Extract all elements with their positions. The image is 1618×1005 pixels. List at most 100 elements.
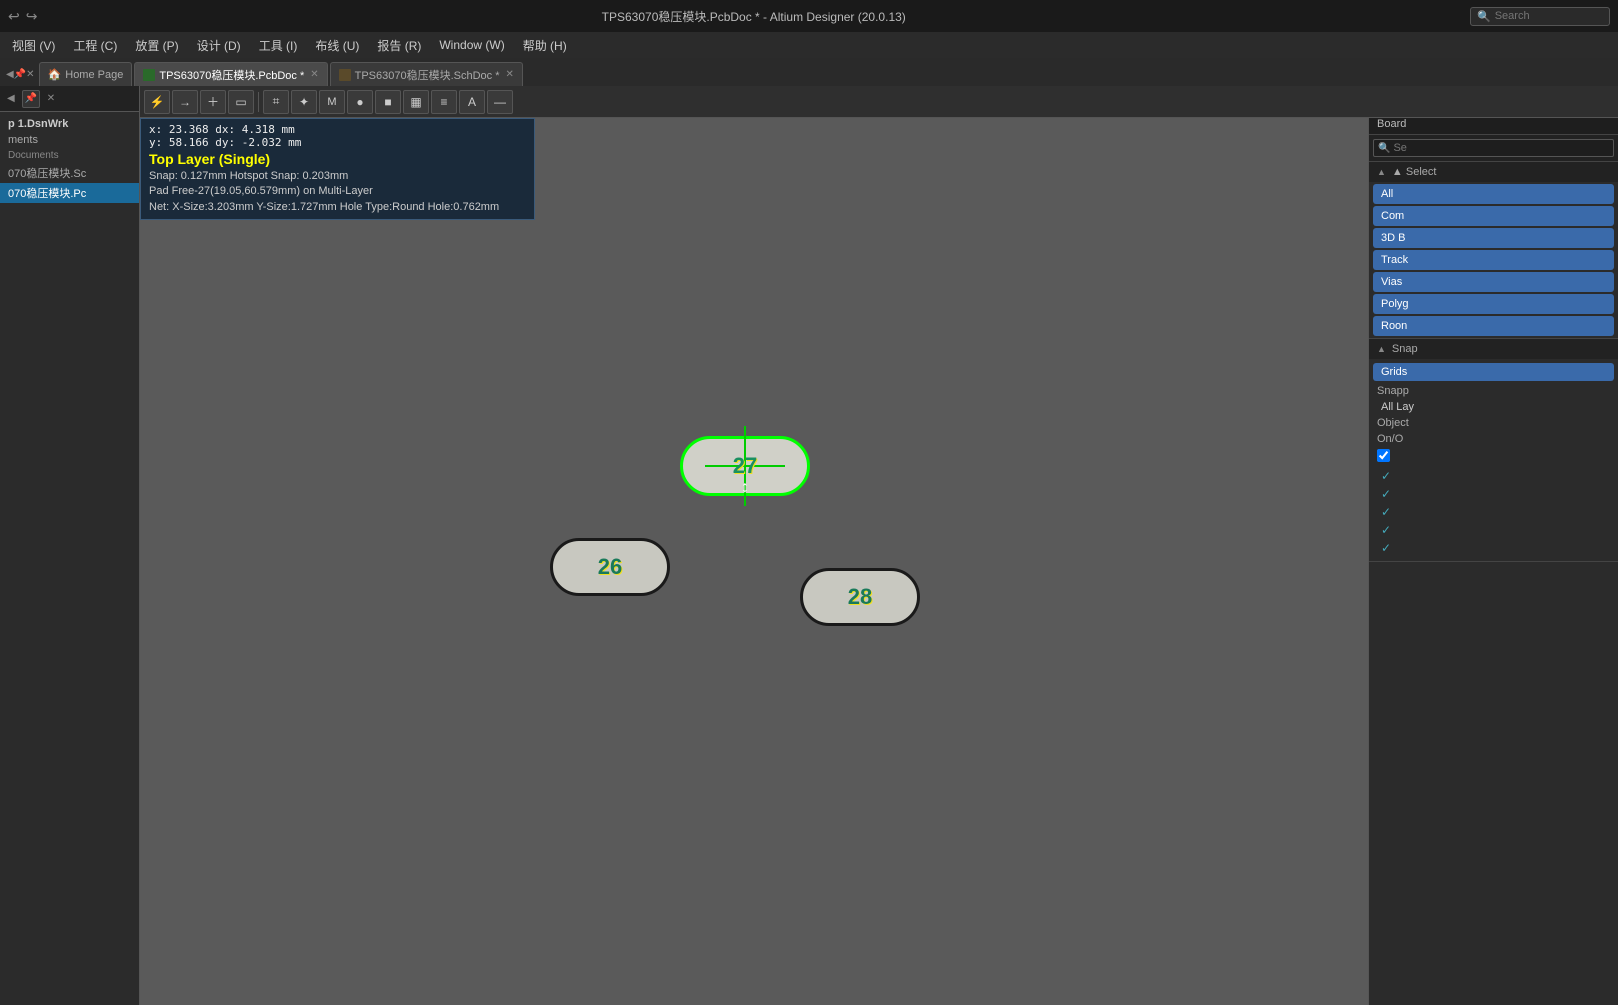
check-mark-1: ✓: [1381, 469, 1391, 483]
sidebar-collapse-btn[interactable]: ◀: [4, 92, 18, 105]
snap-grids-btn[interactable]: Grids: [1373, 363, 1614, 381]
toolbar-eq-btn[interactable]: ≡: [431, 90, 457, 114]
select-section: ▲ ▲ Select All Com 3D B Track Vias Polyg…: [1369, 162, 1618, 339]
undo-button[interactable]: ↩: [8, 8, 20, 25]
coord-detail1: Snap: 0.127mm Hotspot Snap: 0.203mm: [149, 169, 526, 184]
coord-detail2: Pad Free-27(19.05,60.579mm) on Multi-Lay…: [149, 184, 526, 199]
check-item-4: ✓: [1373, 521, 1614, 539]
cursor-indicator: ↕: [741, 479, 749, 497]
check-item-2: ✓: [1373, 485, 1614, 503]
check-mark-3: ✓: [1381, 505, 1391, 519]
filter-com-btn[interactable]: Com: [1373, 206, 1614, 226]
menu-item-design[interactable]: 设计 (D): [189, 35, 249, 56]
pad-number-28: 28: [848, 584, 872, 610]
menu-item-report[interactable]: 报告 (R): [369, 35, 429, 56]
coord-line2: y: 58.166 dy: -2.032 mm: [149, 136, 526, 149]
pad-number-27: 27: [733, 453, 757, 479]
snap-onoff-label: On/O: [1373, 431, 1614, 447]
menu-item-place[interactable]: 放置 (P): [127, 35, 186, 56]
coord-box: x: 23.368 dx: 4.318 mm y: 58.166 dy: -2.…: [140, 118, 535, 220]
toolbar-filter-btn[interactable]: ⚡: [144, 90, 170, 114]
menu-item-route[interactable]: 布线 (U): [307, 35, 367, 56]
sidebar-close-btn[interactable]: ✕: [44, 92, 58, 105]
toolbar-a-btn[interactable]: A: [459, 90, 485, 114]
sch-icon: [339, 69, 351, 81]
check-mark-2: ✓: [1381, 487, 1391, 501]
toolbar-m-btn[interactable]: M: [319, 90, 345, 114]
search-icon: 🔍: [1477, 10, 1491, 23]
check-mark-5: ✓: [1381, 541, 1391, 555]
toolbar-arrow-btn[interactable]: →: [172, 90, 198, 114]
pcb-pad-27[interactable]: 27 ↕: [680, 436, 810, 496]
snap-snapping-value: All Lay: [1373, 399, 1614, 415]
tab-sch-close[interactable]: ✕: [506, 69, 514, 80]
filter-all-btn[interactable]: All: [1373, 184, 1614, 204]
toolbar-sep1: [258, 92, 259, 112]
toolbar-add-btn[interactable]: ＋: [200, 90, 226, 114]
main-canvas[interactable]: 26 27 ↕ 28: [140, 118, 1368, 1005]
sidebar-project-name: p 1.DsnWrk: [0, 112, 139, 132]
tab-pcbdoc[interactable]: TPS63070稳压模块.PcbDoc * ✕: [134, 62, 327, 86]
snap-arrow-icon: ▲: [1377, 344, 1386, 354]
layer-name: Top Layer (Single): [149, 151, 526, 167]
toolbar-square-btn[interactable]: ■: [375, 90, 401, 114]
tab-schdoc[interactable]: TPS63070稳压模块.SchDoc * ✕: [330, 62, 523, 86]
left-sidebar: ◀ 📌 ✕ p 1.DsnWrk ments Documents 070稳压模块…: [0, 86, 140, 1005]
tab-bar: ◀ 📌 ✕ 🏠 Home Page TPS63070稳压模块.PcbDoc * …: [0, 58, 1618, 86]
toolbar-grid-btn[interactable]: ▦: [403, 90, 429, 114]
sidebar-documents-header: Documents: [0, 148, 139, 163]
snap-snapping-label: Snapp: [1373, 383, 1614, 399]
sidebar-item-sc[interactable]: 070稳压模块.Sc: [0, 163, 139, 183]
right-search-input[interactable]: [1393, 142, 1609, 154]
menu-bar: 视图 (V) 工程 (C) 放置 (P) 设计 (D) 工具 (I) 布线 (U…: [0, 32, 1618, 58]
tab-pcb-close[interactable]: ✕: [310, 69, 318, 80]
filter-polyg-btn[interactable]: Polyg: [1373, 294, 1614, 314]
filter-vias-btn[interactable]: Vias: [1373, 272, 1614, 292]
home-icon: 🏠: [48, 68, 62, 81]
coord-detail3: Net: X-Size:3.203mm Y-Size:1.727mm Hole …: [149, 200, 526, 215]
search-input[interactable]: [1495, 10, 1585, 22]
title-bar: ↩ ↪ TPS63070稳压模块.PcbDoc * - Altium Desig…: [0, 0, 1618, 32]
toolbar-rect-btn[interactable]: ▭: [228, 90, 254, 114]
right-search-icon: 🔍: [1378, 143, 1390, 154]
pcb-pad-26[interactable]: 26: [550, 538, 670, 596]
snap-object-label: Object: [1373, 415, 1614, 431]
filter-room-btn[interactable]: Roon: [1373, 316, 1614, 336]
snap-content: Grids Snapp All Lay Object On/O ✓ ✓ ✓ ✓ …: [1369, 359, 1618, 561]
toolbar-chart-btn[interactable]: ⌗: [263, 90, 289, 114]
search-area[interactable]: 🔍: [1470, 7, 1610, 26]
snap-section: ▲ Snap Grids Snapp All Lay Object On/O ✓…: [1369, 339, 1618, 562]
sidebar-pin-btn[interactable]: 📌: [22, 90, 40, 108]
menu-item-view[interactable]: 视图 (V): [4, 35, 63, 56]
right-search-area[interactable]: 🔍: [1369, 135, 1618, 162]
check-item-1: ✓: [1373, 467, 1614, 485]
tab-home[interactable]: 🏠 Home Page: [39, 62, 133, 86]
filter-track-btn[interactable]: Track: [1373, 250, 1614, 270]
filter-3db-btn[interactable]: 3D B: [1373, 228, 1614, 248]
menu-item-help[interactable]: 帮助 (H): [515, 35, 575, 56]
select-arrow-icon: ▲: [1377, 167, 1386, 177]
menu-item-window[interactable]: Window (W): [431, 36, 512, 54]
coord-line1: x: 23.368 dx: 4.318 mm: [149, 123, 526, 136]
select-section-header[interactable]: ▲ ▲ Select: [1369, 162, 1618, 182]
menu-item-project[interactable]: 工程 (C): [65, 35, 125, 56]
sidebar-documents-label: ments: [0, 132, 139, 148]
toolbar-star-btn[interactable]: ✦: [291, 90, 317, 114]
snap-section-header[interactable]: ▲ Snap: [1369, 339, 1618, 359]
toolbar-line-btn[interactable]: ―: [487, 90, 513, 114]
sidebar-item-pc[interactable]: 070稳压模块.Pc: [0, 183, 139, 203]
pcb-icon: [143, 69, 155, 81]
pcb-pad-28[interactable]: 28: [800, 568, 920, 626]
check-mark-4: ✓: [1381, 523, 1391, 537]
check-item-3: ✓: [1373, 503, 1614, 521]
menu-item-tools[interactable]: 工具 (I): [251, 35, 306, 56]
tab-sidebar-pin[interactable]: ◀ 📌 ✕: [2, 62, 39, 86]
pad-number-26: 26: [598, 554, 622, 580]
redo-button[interactable]: ↪: [26, 8, 38, 25]
snap-onoff-checkbox[interactable]: [1377, 449, 1390, 462]
right-panel: Propert Board 🔍 ▲ ▲ Select All Com 3D B …: [1368, 86, 1618, 1005]
toolbar-circle-btn[interactable]: ●: [347, 90, 373, 114]
check-item-5: ✓: [1373, 539, 1614, 557]
sidebar-top-bar: ◀ 📌 ✕: [0, 86, 139, 112]
toolbar: ⚡ → ＋ ▭ ⌗ ✦ M ● ■ ▦ ≡ A ―: [140, 86, 1618, 118]
